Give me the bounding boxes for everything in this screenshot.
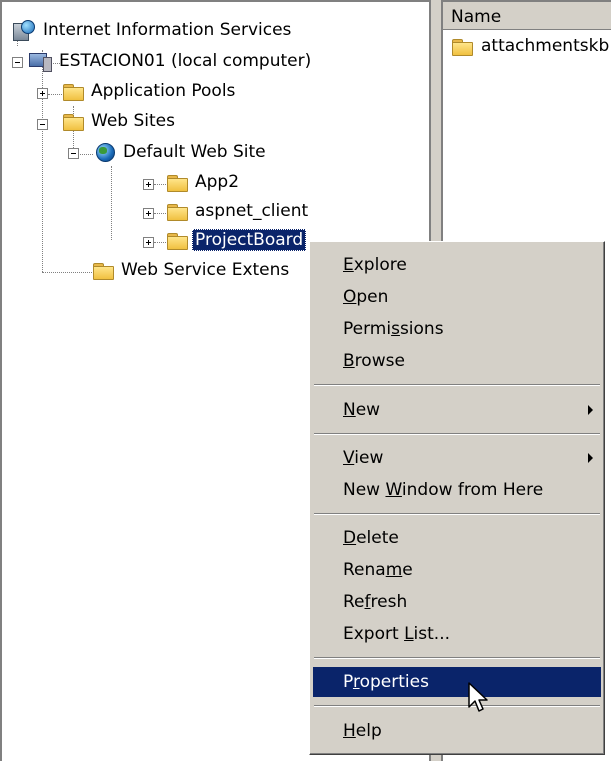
menu-item-new-window[interactable]: New Window from Here	[313, 475, 601, 505]
expand-icon[interactable]	[143, 208, 154, 219]
folder-icon	[451, 36, 473, 56]
menu-item-view[interactable]: View	[313, 443, 601, 473]
menu-item-delete[interactable]: Delete	[313, 523, 601, 553]
folder-icon	[166, 230, 188, 250]
expand-icon[interactable]	[37, 88, 48, 99]
iis-icon	[12, 19, 36, 41]
tree-node-label: ProjectBoard	[192, 229, 307, 251]
menu-item-browse[interactable]: Browse	[313, 346, 601, 376]
tree-connector	[154, 184, 166, 185]
menu-item-open[interactable]: Open	[313, 282, 601, 312]
tree-node-projectboard[interactable]: ProjectBoard	[166, 228, 307, 252]
collapse-icon[interactable]	[68, 148, 79, 159]
expand-icon[interactable]	[143, 179, 154, 190]
tree-node-label: Default Web Site	[123, 142, 266, 162]
tree-connector	[48, 94, 62, 95]
menu-separator	[314, 433, 600, 435]
tree-connector	[111, 166, 112, 240]
menu-item-explore[interactable]: Explore	[313, 250, 601, 280]
tree-node-label: Web Sites	[91, 111, 175, 131]
expand-icon[interactable]	[143, 237, 154, 248]
tree-node-label: Application Pools	[91, 81, 236, 101]
tree-node-label: Web Service Extens	[121, 260, 290, 280]
menu-separator	[314, 705, 600, 707]
list-item-label: attachmentskb	[481, 36, 610, 56]
menu-item-rename[interactable]: Rename	[313, 555, 601, 585]
tree-node-app-pools[interactable]: Application Pools	[62, 79, 238, 103]
menu-separator	[314, 657, 600, 659]
folder-icon	[62, 81, 84, 101]
folder-icon	[62, 111, 84, 131]
tree-node-label: App2	[195, 172, 240, 192]
column-header-name[interactable]: Name	[443, 2, 611, 30]
tree-node-aspnet-client[interactable]: aspnet_client	[166, 199, 311, 223]
tree-node-iis[interactable]: Internet Information Services	[12, 18, 294, 42]
globe-icon	[94, 141, 116, 163]
menu-item-export-list[interactable]: Export List...	[313, 619, 601, 649]
mouse-cursor-icon	[468, 682, 488, 712]
collapse-icon[interactable]	[12, 57, 23, 68]
tree-node-web-service-extensions[interactable]: Web Service Extens	[92, 258, 292, 282]
tree-connector	[42, 50, 43, 272]
submenu-arrow-icon	[588, 453, 593, 463]
tree-node-label: Internet Information Services	[43, 20, 292, 40]
folder-icon	[92, 260, 114, 280]
tree-node-web-sites[interactable]: Web Sites	[62, 109, 178, 133]
submenu-arrow-icon	[588, 405, 593, 415]
column-header-label: Name	[451, 7, 502, 27]
menu-item-permissions[interactable]: Permissions	[313, 314, 601, 344]
list-item[interactable]: attachmentskb	[451, 36, 609, 56]
tree-node-default-web-site[interactable]: Default Web Site	[94, 140, 269, 164]
tree-connector	[154, 242, 166, 243]
tree-node-app2[interactable]: App2	[166, 170, 242, 194]
collapse-icon[interactable]	[37, 119, 48, 130]
tree-node-label: ESTACION01 (local computer)	[59, 51, 312, 71]
folder-icon	[166, 172, 188, 192]
menu-item-refresh[interactable]: Refresh	[313, 587, 601, 617]
tree-node-computer[interactable]: ESTACION01 (local computer)	[28, 49, 314, 73]
tree-connector	[42, 272, 92, 273]
menu-separator	[314, 384, 600, 386]
computer-icon	[28, 51, 52, 72]
menu-item-new[interactable]: New	[313, 395, 601, 425]
menu-item-properties[interactable]: Properties	[313, 667, 601, 697]
menu-separator	[314, 513, 600, 515]
tree-connector	[154, 213, 166, 214]
context-menu: Explore Open Permissions Browse New View…	[309, 241, 605, 755]
folder-icon	[166, 201, 188, 221]
menu-item-help[interactable]: Help	[313, 716, 601, 746]
tree-node-label: aspnet_client	[195, 201, 309, 221]
